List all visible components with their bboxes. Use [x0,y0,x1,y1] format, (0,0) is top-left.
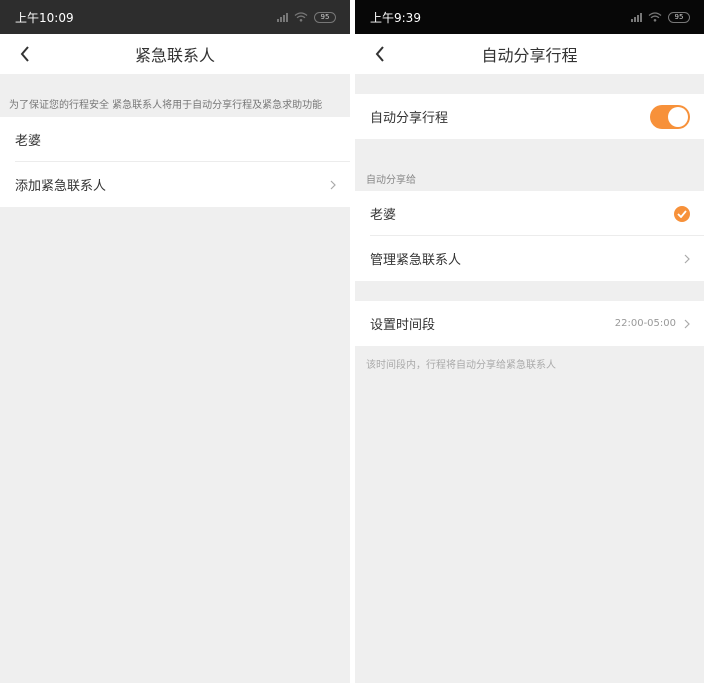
check-circle-icon [674,205,690,222]
battery-icon: 95 [668,11,690,23]
status-icons: 95 [277,11,336,23]
chevron-right-icon [684,319,690,329]
chevron-right-icon [684,254,690,264]
share-to-label: 自动分享给 [366,175,416,186]
auto-share-label: 自动分享行程 [370,111,449,126]
back-arrow-icon[interactable] [14,43,36,65]
nav-bar: 自动分享行程 [355,34,704,74]
signal-icon [277,12,288,22]
back-arrow-icon[interactable] [369,43,391,65]
signal-icon [631,12,642,22]
add-contact-row[interactable]: 添加紧急联系人 [0,162,350,207]
time-period-label: 设置时间段 [370,318,436,333]
toggle-knob [668,106,688,127]
contact-name: 老婆 [15,134,42,149]
contact-item[interactable]: 老婆 [0,117,350,162]
wifi-icon [648,12,662,22]
page-title: 紧急联系人 [134,46,215,65]
emergency-contacts-screen: 上午10:09 95 紧急联系人 为了保证您的行程安全 紧急联系人将用于自动分享… [0,0,350,683]
auto-share-row: 自动分享行程 [355,94,704,139]
add-contact-label: 添加紧急联系人 [15,179,107,194]
section-gap [355,74,704,94]
manage-contacts-label: 管理紧急联系人 [370,253,462,268]
status-icons: 95 [631,11,690,23]
section-gap [355,281,704,301]
contact-item[interactable]: 老婆 [355,191,704,236]
manage-contacts-row[interactable]: 管理紧急联系人 [355,236,704,281]
nav-bar: 紧急联系人 [0,34,350,74]
auto-share-toggle[interactable] [650,104,690,129]
status-time: 上午9:39 [370,10,421,25]
battery-icon: 95 [314,11,336,23]
wifi-icon [294,12,308,22]
auto-share-trip-screen: 上午9:39 95 自动分享行程 自动分享行程 自动分享给 老婆 管理紧急联系人 [355,0,704,683]
time-period-value: 22:00-05:00 [614,318,676,329]
time-period-right: 22:00-05:00 [615,318,690,329]
status-bar: 上午9:39 95 [355,0,704,34]
status-bar: 上午10:09 95 [0,0,350,34]
page-title: 自动分享行程 [481,46,578,65]
time-period-footnote: 该时间段内，行程将自动分享给紧急联系人 [366,360,556,371]
time-period-row[interactable]: 设置时间段 22:00-05:00 [355,301,704,346]
status-time: 上午10:09 [15,10,74,25]
contact-name: 老婆 [370,208,397,223]
safety-notice: 为了保证您的行程安全 紧急联系人将用于自动分享行程及紧急求助功能 [0,74,350,117]
chevron-right-icon [330,180,336,190]
